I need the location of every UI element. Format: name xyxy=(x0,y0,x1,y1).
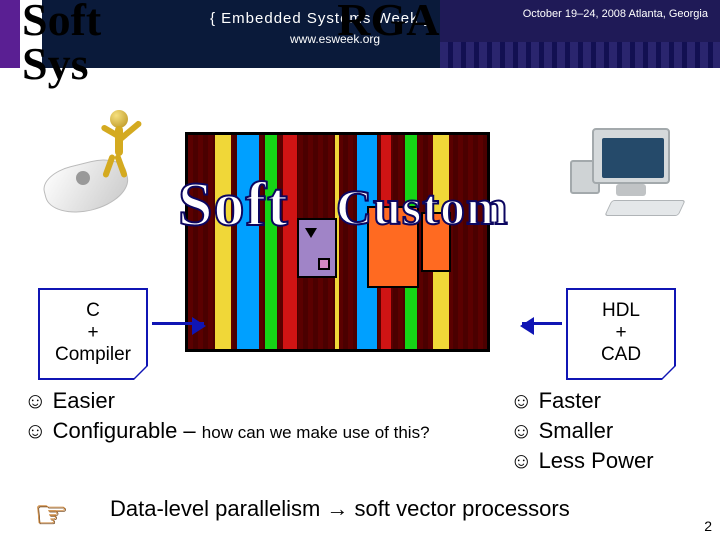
arrow-right-to-chip-icon xyxy=(522,322,562,325)
monitor-stand-icon xyxy=(616,184,646,196)
note-line: Compiler xyxy=(46,344,140,366)
note-c-compiler: C + Compiler xyxy=(38,288,148,380)
note-fold-icon xyxy=(660,364,676,380)
conclusion-text: Data-level parallelism → soft vector pro… xyxy=(110,496,570,522)
fpga-border xyxy=(185,132,490,352)
page-number: 2 xyxy=(704,518,712,534)
keyboard-icon xyxy=(604,200,685,216)
bullet-smaller: ☺ Smaller xyxy=(510,416,654,446)
note-line: + xyxy=(46,322,140,344)
bullet-easier: ☺ Easier xyxy=(24,386,430,416)
note-fold-icon xyxy=(132,364,148,380)
slide-body: Soft Custom C + Compiler HDL + CAD ☺ Eas… xyxy=(0,90,720,540)
note-line: HDL xyxy=(574,300,668,322)
wordart-custom: Custom xyxy=(336,178,509,236)
title-word-2: Sys xyxy=(22,38,88,89)
wordart-soft: Soft xyxy=(178,170,289,241)
bullet-configurable-main: ☺ Configurable – xyxy=(24,418,202,443)
note-line: CAD xyxy=(574,344,668,366)
bullets-soft-side: ☺ Easier ☺ Configurable – how can we mak… xyxy=(24,386,430,448)
bullets-custom-side: ☺ Faster ☺ Smaller ☺ Less Power xyxy=(510,386,654,476)
stick-figure-icon xyxy=(86,110,156,188)
pointing-hand-icon: ☞ xyxy=(34,492,68,537)
title-suffix: RGA xyxy=(337,0,439,45)
note-hdl-cad: HDL + CAD xyxy=(566,288,676,380)
bullet-less-power: ☺ Less Power xyxy=(510,446,654,476)
clipart-person-mouse xyxy=(42,105,162,215)
monitor-icon xyxy=(592,128,670,184)
bullet-faster: ☺ Faster xyxy=(510,386,654,416)
bullet-configurable-sub: how can we make use of this? xyxy=(202,423,430,442)
clipart-computer xyxy=(550,108,690,216)
note-line: C xyxy=(46,300,140,322)
arrow-left-to-chip-icon xyxy=(152,322,204,325)
banner-date: October 19–24, 2008 Atlanta, Georgia xyxy=(523,8,708,20)
skyline-shape xyxy=(440,42,720,68)
fpga-floorplan-diagram xyxy=(185,132,490,352)
bullet-configurable: ☺ Configurable – how can we make use of … xyxy=(24,416,430,448)
banner-accent xyxy=(0,0,20,68)
slide-title: Soft xxxxxxxxxxx RGA Sys xyxy=(22,0,479,86)
note-line: + xyxy=(574,322,668,344)
